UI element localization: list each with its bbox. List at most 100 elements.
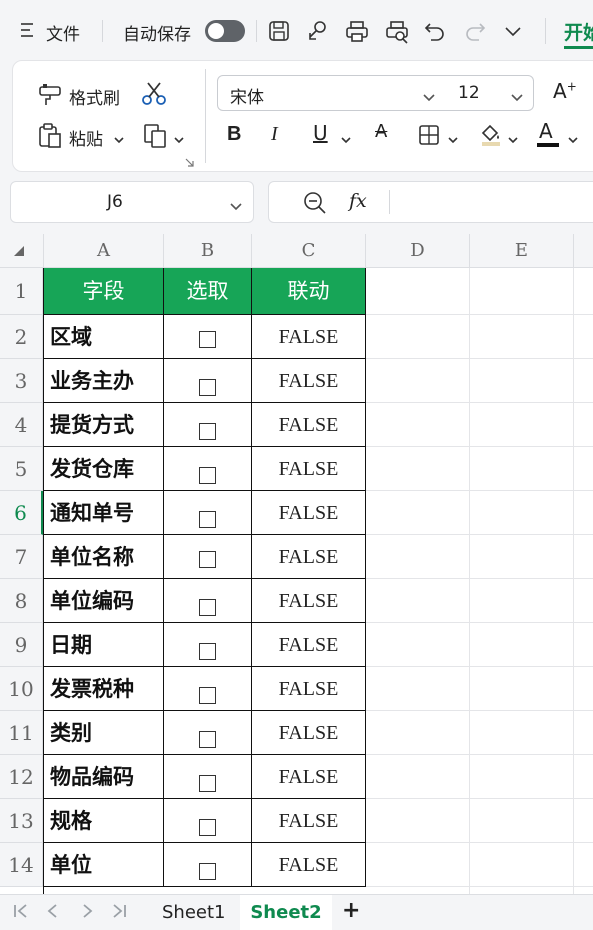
format-painter-button[interactable]: 格式刷 <box>69 84 120 109</box>
last-sheet-icon[interactable] <box>110 903 128 923</box>
paste-button[interactable]: 粘贴 <box>69 125 103 150</box>
select-checkbox[interactable] <box>199 511 216 528</box>
add-sheet-button[interactable]: + <box>342 898 360 923</box>
paste-icon[interactable] <box>37 123 63 153</box>
link-cell[interactable]: FALSE <box>252 403 366 447</box>
sheet-tab-sheet1[interactable]: Sheet1 <box>162 902 226 923</box>
row-header[interactable]: 11 <box>0 711 43 755</box>
export-icon[interactable] <box>306 20 328 46</box>
copy-icon[interactable] <box>143 123 169 153</box>
link-cell[interactable]: FALSE <box>252 491 366 535</box>
header-cell[interactable]: 选取 <box>164 268 252 315</box>
link-cell[interactable]: FALSE <box>252 623 366 667</box>
row-header[interactable]: 7 <box>0 535 43 579</box>
field-cell[interactable]: 发货仓库 <box>44 447 164 491</box>
cut-icon[interactable] <box>141 81 167 111</box>
field-cell[interactable]: 单位名称 <box>44 535 164 579</box>
row-header[interactable]: 8 <box>0 579 43 623</box>
row-header[interactable]: 10 <box>0 667 43 711</box>
grow-font-button[interactable]: A+ <box>553 79 577 103</box>
underline-button[interactable]: U <box>313 121 328 145</box>
fill-color-icon[interactable] <box>479 121 503 151</box>
link-cell[interactable]: FALSE <box>252 315 366 359</box>
field-cell[interactable]: 区域 <box>44 315 164 359</box>
sheet-tab-sheet2[interactable]: Sheet2 <box>240 895 332 930</box>
field-cell[interactable]: 规格 <box>44 799 164 843</box>
field-cell[interactable]: 提货方式 <box>44 403 164 447</box>
redo-icon[interactable] <box>464 20 486 46</box>
select-checkbox[interactable] <box>199 775 216 792</box>
select-checkbox[interactable] <box>199 599 216 616</box>
name-box[interactable]: J6 <box>10 181 254 223</box>
row-header[interactable]: 1 <box>0 268 43 315</box>
link-cell[interactable]: FALSE <box>252 843 366 887</box>
header-cell[interactable]: 字段 <box>44 268 164 315</box>
link-cell[interactable]: FALSE <box>252 711 366 755</box>
field-cell[interactable]: 通知单号 <box>44 491 164 535</box>
field-cell[interactable]: 日期 <box>44 623 164 667</box>
print-preview-icon[interactable] <box>385 20 411 48</box>
insert-function-button[interactable]: fx <box>349 190 367 212</box>
field-cell[interactable]: 单位 <box>44 843 164 887</box>
row-header[interactable]: 2 <box>0 315 43 359</box>
select-checkbox[interactable] <box>199 819 216 836</box>
font-color-chevron-icon[interactable] <box>567 131 579 150</box>
select-checkbox[interactable] <box>199 863 216 880</box>
select-checkbox[interactable] <box>199 643 216 660</box>
select-checkbox[interactable] <box>199 731 216 748</box>
undo-icon[interactable] <box>424 20 446 46</box>
select-checkbox[interactable] <box>199 551 216 568</box>
borders-icon[interactable] <box>418 124 440 150</box>
link-cell[interactable]: FALSE <box>252 755 366 799</box>
link-cell[interactable]: FALSE <box>252 359 366 403</box>
tab-start[interactable]: 开始 <box>564 18 593 45</box>
row-header[interactable]: 6 <box>0 491 43 535</box>
row-header[interactable]: 13 <box>0 799 43 843</box>
strikethrough-button[interactable]: A <box>375 121 387 142</box>
italic-button[interactable]: I <box>271 123 278 146</box>
row-header[interactable]: 3 <box>0 359 43 403</box>
field-cell[interactable]: 业务主办 <box>44 359 164 403</box>
zoom-formula-icon[interactable] <box>303 191 327 219</box>
row-header[interactable]: 14 <box>0 843 43 887</box>
print-icon[interactable] <box>345 20 369 46</box>
font-size-select[interactable]: 12 <box>444 75 534 111</box>
field-cell[interactable]: 单位编码 <box>44 579 164 623</box>
link-cell[interactable]: FALSE <box>252 799 366 843</box>
select-checkbox[interactable] <box>199 331 216 348</box>
font-color-button[interactable]: A <box>539 119 553 143</box>
font-name-select[interactable]: 宋体 <box>217 75 446 111</box>
link-cell[interactable]: FALSE <box>252 579 366 623</box>
row-header[interactable]: 9 <box>0 623 43 667</box>
column-header-f[interactable] <box>574 234 593 268</box>
select-checkbox[interactable] <box>199 423 216 440</box>
select-checkbox[interactable] <box>199 467 216 484</box>
link-cell[interactable]: FALSE <box>252 667 366 711</box>
borders-chevron-icon[interactable] <box>447 131 459 150</box>
select-checkbox[interactable] <box>199 687 216 704</box>
row-header[interactable]: 5 <box>0 447 43 491</box>
save-icon[interactable] <box>268 20 290 46</box>
link-cell[interactable]: FALSE <box>252 535 366 579</box>
header-cell[interactable]: 联动 <box>252 268 366 315</box>
clipboard-launcher-icon[interactable] <box>185 153 195 172</box>
file-menu[interactable]: 文件 <box>46 20 80 45</box>
format-painter-icon[interactable] <box>37 83 63 111</box>
column-header-e[interactable]: E <box>470 234 574 268</box>
menu-icon[interactable] <box>20 20 34 40</box>
paste-chevron-icon[interactable] <box>113 131 125 150</box>
bold-button[interactable]: B <box>227 123 241 146</box>
column-header-b[interactable]: B <box>164 234 252 268</box>
field-cell[interactable]: 类别 <box>44 711 164 755</box>
more-chevron-icon[interactable] <box>504 24 522 43</box>
link-cell[interactable]: FALSE <box>252 447 366 491</box>
prev-sheet-icon[interactable] <box>46 903 60 923</box>
first-sheet-icon[interactable] <box>12 903 30 923</box>
formula-input[interactable] <box>399 191 579 213</box>
column-header-c[interactable]: C <box>252 234 366 268</box>
autosave-toggle[interactable] <box>205 20 245 42</box>
row-header[interactable]: 4 <box>0 403 43 447</box>
underline-chevron-icon[interactable] <box>340 131 352 150</box>
select-checkbox[interactable] <box>199 379 216 396</box>
next-sheet-icon[interactable] <box>80 903 94 923</box>
